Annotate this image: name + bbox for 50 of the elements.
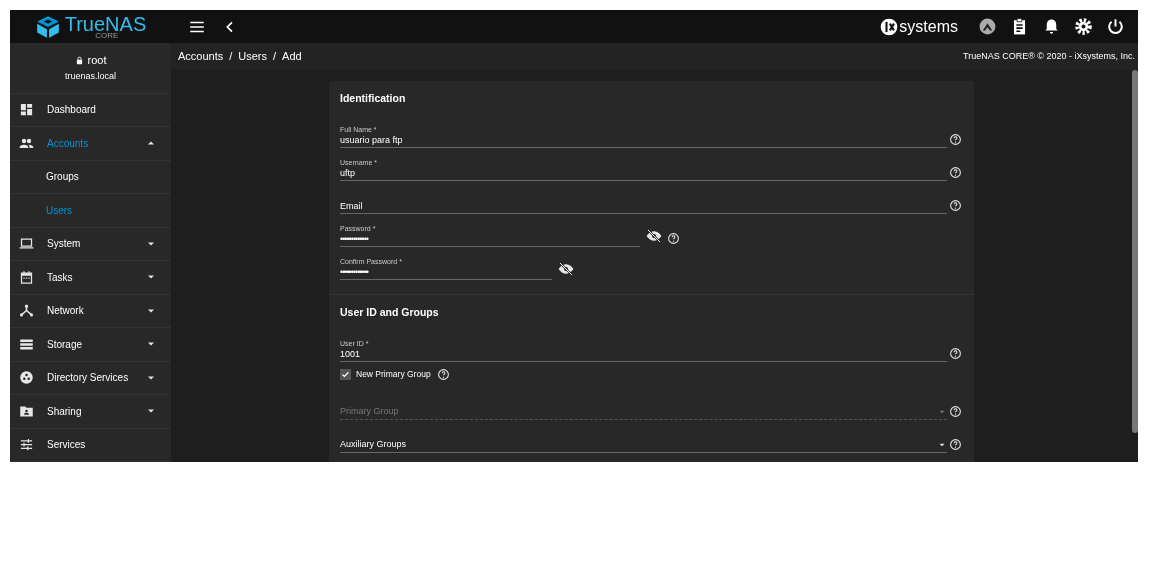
select-field: Primary Group [340, 391, 947, 420]
help-icon[interactable] [667, 231, 680, 245]
vendor-logo-text: systems [899, 16, 958, 37]
select-field[interactable]: Auxiliary Groups [340, 424, 947, 453]
section-title: User ID and Groups [340, 304, 440, 320]
logo-subtitle: CORE [95, 31, 119, 40]
sidebar-subitem[interactable]: Users [10, 194, 171, 228]
network-icon [19, 303, 34, 319]
copyright-text: TrueNAS CORE® © 2020 - iXsystems, Inc. [963, 49, 1135, 63]
breadcrumb-item[interactable]: Users [238, 48, 268, 65]
vendor-logo-icon [879, 16, 900, 37]
breadcrumb-item: Add [282, 49, 302, 65]
lock-icon [74, 55, 84, 65]
sidebar-item[interactable]: System [10, 227, 171, 261]
eye-off-icon[interactable] [558, 260, 574, 277]
sidebar-item[interactable]: Accounts [10, 127, 171, 161]
help-icon[interactable] [949, 198, 962, 212]
breadcrumb-item[interactable]: Accounts [178, 48, 224, 65]
user-name: root [87, 52, 107, 68]
laptop-icon [19, 236, 34, 252]
sidebar-item[interactable]: Network [10, 294, 171, 328]
help-icon[interactable] [949, 165, 962, 179]
sidebar-item[interactable]: Dashboard [10, 93, 171, 127]
dashboard-icon [19, 102, 34, 118]
directory-icon [19, 370, 34, 386]
help-icon[interactable] [436, 367, 450, 381]
breadcrumb-separator: / [229, 49, 233, 65]
scrollbar[interactable] [1132, 70, 1138, 433]
sidebar-subitem[interactable]: Groups [10, 160, 171, 194]
eye-off-icon[interactable] [646, 227, 662, 244]
sidebar-item[interactable]: Services [10, 428, 171, 462]
input-field[interactable]: Email [340, 185, 947, 214]
cube-icon [34, 13, 61, 40]
help-icon[interactable] [949, 132, 962, 146]
sidebar-item[interactable]: Sharing [10, 395, 171, 429]
checkbox[interactable] [340, 368, 351, 380]
help-icon[interactable] [949, 437, 962, 451]
sidebar-item[interactable]: Storage [10, 328, 171, 362]
settings-icon[interactable] [1074, 17, 1093, 36]
chat-icon[interactable] [978, 17, 997, 36]
power-icon[interactable] [1106, 17, 1125, 36]
sliders-icon [19, 437, 34, 453]
section-title: Identification [340, 91, 407, 106]
sidebar-item[interactable]: Directory Services [10, 361, 171, 395]
breadcrumb-separator: / [273, 49, 277, 65]
sidebar-item[interactable]: Tasks [10, 261, 171, 295]
host-name: truenas.local [65, 70, 116, 84]
checkbox-label: New Primary Group [356, 367, 431, 381]
help-icon[interactable] [949, 346, 962, 360]
calendar-icon [19, 269, 34, 285]
